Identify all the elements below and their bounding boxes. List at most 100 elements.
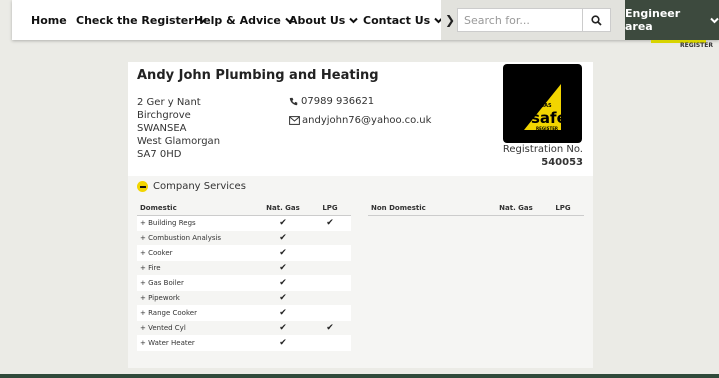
check-icon: ✔	[279, 277, 287, 288]
footer-strip	[0, 374, 719, 378]
address-line: SWANSEA	[137, 123, 187, 134]
company-services-toggle[interactable]: Company Services	[137, 181, 246, 192]
table-row[interactable]: + Pipework ✔	[137, 290, 351, 306]
column-header: LPG	[309, 202, 351, 216]
column-header: Non Domestic	[368, 202, 490, 216]
check-icon: ✔	[279, 232, 287, 243]
lpg-cell	[309, 260, 351, 276]
lpg-cell	[309, 245, 351, 261]
business-address: 2 Ger y Nant Birchgrove SWANSEA West Gla…	[137, 96, 220, 161]
nav-help-advice[interactable]: Help & Advice	[194, 14, 294, 27]
table-header-row: Non Domestic Nat. Gas LPG	[368, 202, 584, 216]
nat-gas-cell: ✔	[257, 215, 309, 231]
service-name: + Combustion Analysis	[137, 230, 257, 246]
service-name: + Building Regs	[137, 215, 257, 231]
domestic-services-table: Domestic Nat. Gas LPG + Building Regs ✔ ✔ +…	[137, 202, 351, 351]
services-heading: Company Services	[153, 181, 246, 192]
table-row[interactable]: + Cooker ✔	[137, 245, 351, 261]
column-header: Domestic	[137, 202, 257, 216]
nav-about-us[interactable]: About Us	[289, 13, 359, 27]
top-nav: Home Check the Register Help & Advice Ab…	[12, 0, 719, 40]
chevron-down-icon	[349, 14, 359, 27]
search-button[interactable]	[583, 8, 611, 32]
engineer-label: Engineer area	[625, 7, 681, 33]
table-header-row: Domestic Nat. Gas LPG	[137, 202, 351, 216]
nav-label: Help & Advice	[194, 13, 281, 27]
column-header: Nat. Gas	[490, 202, 542, 216]
nat-gas-cell: ✔	[257, 245, 309, 261]
nav-label: Check the Register	[76, 13, 194, 27]
address-line: 2 Ger y Nant	[137, 97, 201, 108]
envelope-icon	[289, 116, 300, 125]
business-details: Andy John Plumbing and Heating 2 Ger y N…	[128, 62, 593, 176]
check-icon: ✔	[279, 247, 287, 258]
service-name: + Range Cooker	[137, 305, 257, 321]
address-line: SA7 0HD	[137, 149, 182, 160]
email-row: andyjohn76@yahoo.co.uk	[289, 115, 431, 126]
nat-gas-cell: ✔	[257, 335, 309, 351]
column-header: Nat. Gas	[257, 202, 309, 216]
service-name: + Gas Boiler	[137, 275, 257, 291]
address-line: Birchgrove	[137, 110, 191, 121]
nat-gas-cell: ✔	[257, 305, 309, 321]
check-icon: ✔	[326, 217, 334, 228]
check-icon: ✔	[279, 307, 287, 318]
nav-label: Contact Us	[363, 13, 431, 27]
search-area: ❯ Search for...	[441, 0, 625, 40]
search-input[interactable]: Search for...	[457, 8, 583, 32]
lpg-cell	[309, 335, 351, 351]
nav-label: About Us	[289, 13, 346, 27]
service-name: + Fire	[137, 260, 257, 276]
lpg-cell	[309, 290, 351, 306]
gas-safe-logo: GAS safe REGISTER	[503, 64, 582, 143]
phone-row: 07989 936621	[289, 96, 374, 107]
column-header: LPG	[542, 202, 584, 216]
check-icon: ✔	[279, 217, 287, 228]
table-row[interactable]: + Range Cooker ✔	[137, 305, 351, 321]
table-row[interactable]: + Fire ✔	[137, 260, 351, 276]
lpg-cell: ✔	[309, 215, 351, 231]
check-icon: ✔	[279, 262, 287, 273]
register-tag: REGISTER	[679, 42, 713, 49]
table-row[interactable]: + Building Regs ✔ ✔	[137, 215, 351, 231]
phone-icon	[289, 97, 298, 106]
lpg-cell	[309, 275, 351, 291]
lpg-cell	[309, 305, 351, 321]
chevron-right-icon[interactable]: ❯	[443, 13, 457, 27]
lpg-cell	[309, 230, 351, 246]
nat-gas-cell: ✔	[257, 320, 309, 336]
nat-gas-cell: ✔	[257, 290, 309, 306]
nav-check-register[interactable]: Check the Register	[76, 14, 207, 27]
lpg-cell: ✔	[309, 320, 351, 336]
table-row[interactable]: + Water Heater ✔	[137, 335, 351, 351]
engineer-card: Andy John Plumbing and Heating 2 Ger y N…	[128, 62, 593, 368]
check-icon: ✔	[279, 322, 287, 333]
search-placeholder: Search for...	[464, 13, 530, 27]
business-name: Andy John Plumbing and Heating	[137, 68, 379, 83]
nav-contact-us[interactable]: Contact Us	[363, 14, 443, 27]
check-icon: ✔	[279, 337, 287, 348]
table-row[interactable]: + Gas Boiler ✔	[137, 275, 351, 291]
service-name: + Cooker	[137, 245, 257, 261]
service-name: + Pipework	[137, 290, 257, 306]
logo-safe-text: safe	[531, 109, 567, 127]
registration-label: Registration No.	[502, 144, 583, 155]
nav-home[interactable]: Home	[31, 14, 67, 27]
nat-gas-cell: ✔	[257, 275, 309, 291]
phone-number[interactable]: 07989 936621	[301, 96, 374, 107]
service-name: + Water Heater	[137, 335, 257, 351]
collapse-icon	[137, 181, 148, 192]
table-row[interactable]: + Combustion Analysis ✔	[137, 230, 351, 246]
registration-number: 540053	[541, 157, 583, 168]
search-icon	[591, 14, 602, 26]
logo-register-text: REGISTER	[536, 126, 558, 131]
chevron-down-icon	[710, 14, 719, 27]
nat-gas-cell: ✔	[257, 230, 309, 246]
table-row[interactable]: + Vented Cyl ✔ ✔	[137, 320, 351, 336]
check-icon: ✔	[279, 292, 287, 303]
engineer-area-button[interactable]: Engineer area	[625, 0, 719, 40]
check-icon: ✔	[326, 322, 334, 333]
nav-label: Home	[31, 13, 67, 27]
service-name: + Vented Cyl	[137, 320, 257, 336]
email-link[interactable]: andyjohn76@yahoo.co.uk	[302, 115, 431, 126]
